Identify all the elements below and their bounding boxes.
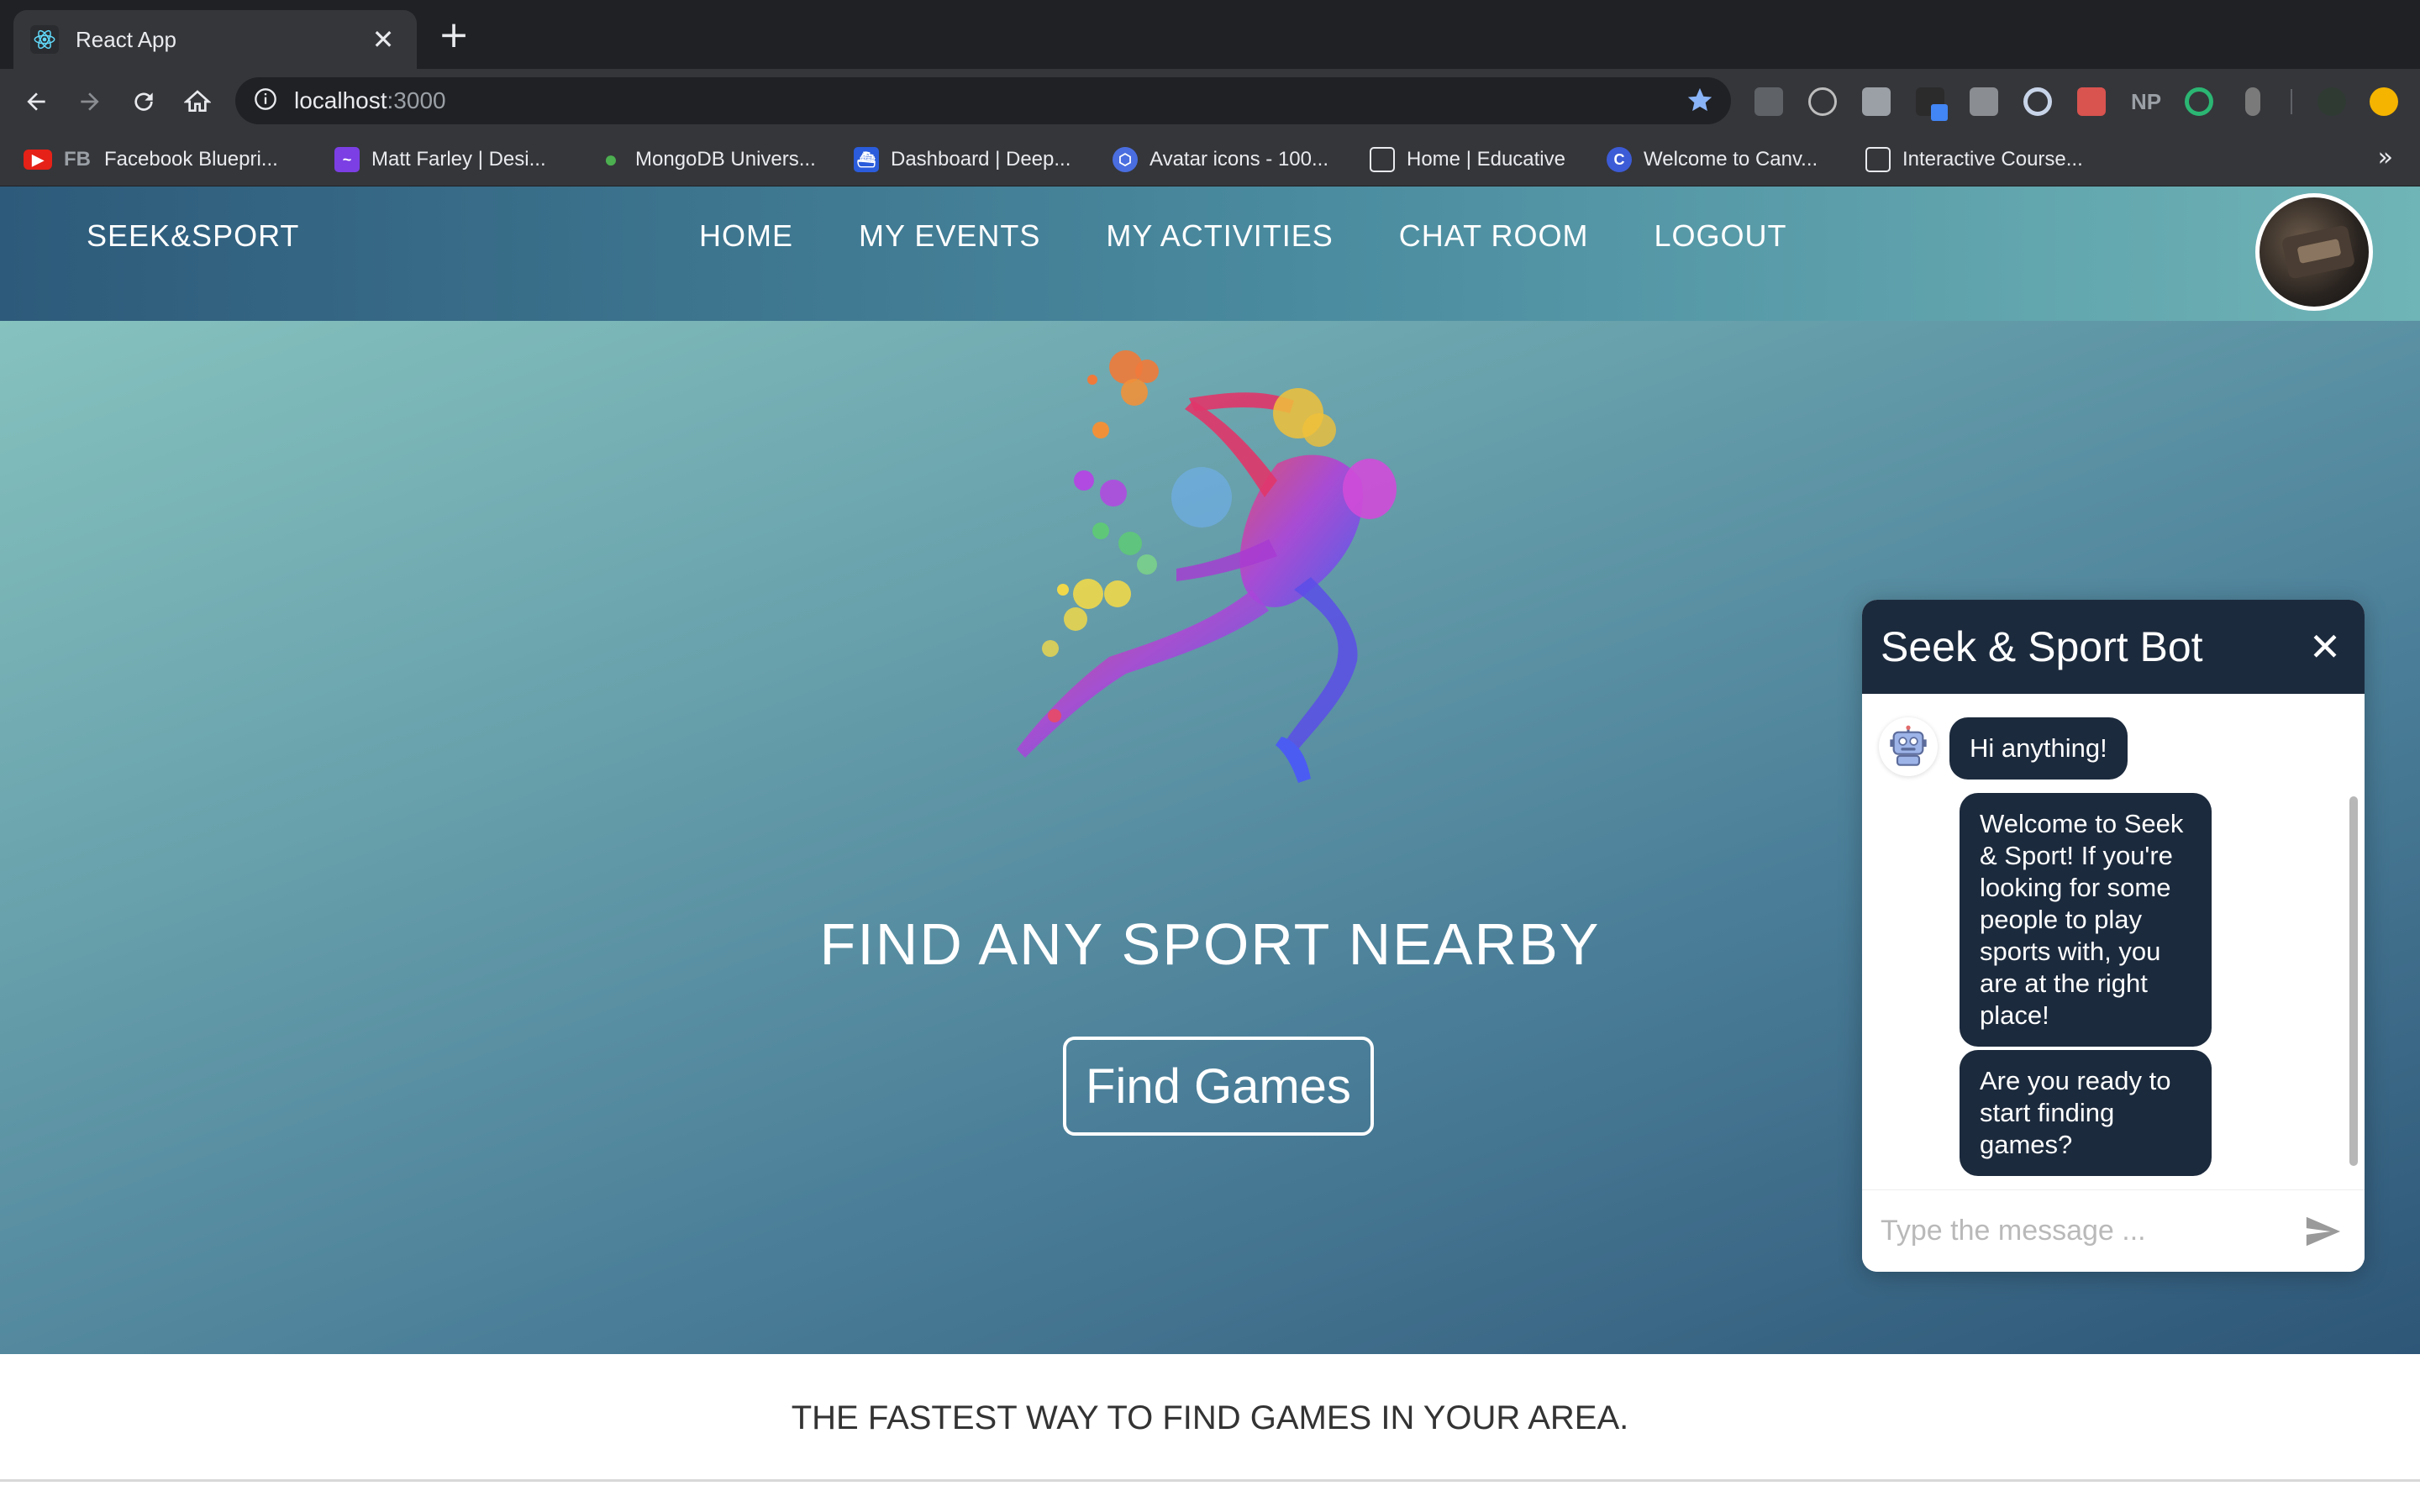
chat-message: Hi anything! [1949, 717, 2128, 780]
hex-icon: ⬡ [1113, 147, 1138, 172]
extension-np-icon[interactable]: NP [2131, 87, 2161, 116]
chat-input-bar [1862, 1189, 2365, 1272]
bookmark-label: Facebook Bluepri... [104, 148, 278, 171]
bot-avatar-icon [1879, 717, 1938, 776]
back-arrow-icon[interactable] [18, 84, 54, 119]
leaf-icon: ● [603, 146, 618, 172]
tagline-text: THE FASTEST WAY TO FIND GAMES IN YOUR AR… [791, 1399, 1629, 1436]
react-icon [30, 25, 59, 54]
bookmark-item[interactable]: ▶ FB Facebook Bluepri... [24, 144, 278, 175]
fb-prefix: FB [64, 148, 91, 171]
url-port: :3000 [387, 87, 446, 113]
extension-js-icon[interactable] [1754, 87, 1783, 116]
bookmark-item[interactable]: Home | Educative [1370, 144, 1565, 175]
extension-ring-icon[interactable] [2023, 87, 2052, 116]
new-tab-button[interactable]: + [437, 17, 471, 54]
chat-message: Welcome to Seek & Sport! If you're looki… [1960, 793, 2212, 1047]
bookmark-item[interactable]: ● MongoDB Univers... [598, 144, 816, 175]
brand-logo[interactable]: SEEK&SPORT [87, 218, 299, 254]
bookmarks-overflow-icon[interactable]: » [2378, 143, 2393, 172]
chat-close-icon[interactable]: ✕ [2304, 624, 2346, 669]
tab-close-icon[interactable]: ✕ [366, 24, 400, 55]
bookmark-item[interactable]: C Welcome to Canv... [1607, 144, 1818, 175]
address-bar[interactable]: localhost:3000 [235, 77, 1731, 124]
bookmark-label: Interactive Course... [1902, 148, 2083, 171]
nav-links: HOME MY EVENTS MY ACTIVITIES CHAT ROOM L… [699, 218, 1786, 254]
browser-tab[interactable]: React App ✕ [13, 10, 417, 69]
nav-my-events[interactable]: MY EVENTS [859, 218, 1040, 254]
ship-icon: ⛴ [854, 147, 879, 172]
nav-logout[interactable]: LOGOUT [1654, 218, 1786, 254]
bookmark-label: Dashboard | Deep... [891, 148, 1071, 171]
nav-home[interactable]: HOME [699, 218, 793, 254]
chat-message-input[interactable] [1881, 1215, 2299, 1247]
chatbot-widget: Seek & Sport Bot ✕ Hi anything! Welcome … [1862, 600, 2365, 1272]
extension-printer-icon[interactable] [1970, 87, 1998, 116]
top-navbar: SEEK&SPORT HOME MY EVENTS MY ACTIVITIES … [0, 186, 2420, 321]
url-host: localhost [294, 87, 387, 113]
nav-chat-room[interactable]: CHAT ROOM [1399, 218, 1589, 254]
chart-icon: ~ [334, 147, 360, 172]
runner-illustration [1017, 350, 1397, 783]
extension-grey-icon[interactable] [2245, 87, 2260, 116]
find-games-button[interactable]: Find Games [1063, 1037, 1374, 1136]
bookmark-label: Avatar icons - 100... [1150, 148, 1328, 171]
browser-tab-strip: React App ✕ + [0, 0, 2420, 69]
chat-title: Seek & Sport Bot [1881, 623, 2203, 670]
toolbar-divider [2291, 89, 2292, 114]
bookmark-item[interactable]: ~ Matt Farley | Desi... [334, 144, 546, 175]
nav-my-activities[interactable]: MY ACTIVITIES [1106, 218, 1333, 254]
extension-target-icon[interactable] [2185, 87, 2213, 116]
chat-messages[interactable]: Hi anything! Welcome to Seek & Sport! If… [1862, 694, 2365, 1189]
chat-header: Seek & Sport Bot ✕ [1862, 600, 2365, 694]
info-icon[interactable] [254, 87, 277, 114]
c-icon: C [1607, 147, 1632, 172]
bookmark-label: Welcome to Canv... [1644, 148, 1818, 171]
tagline-section: THE FASTEST WAY TO FIND GAMES IN YOUR AR… [0, 1354, 2420, 1482]
tab-title: React App [76, 26, 176, 52]
youtube-icon: ▶ [24, 150, 52, 170]
home-icon[interactable] [180, 84, 215, 119]
bookmark-item[interactable]: ⬡ Avatar icons - 100... [1113, 144, 1328, 175]
send-icon[interactable] [2299, 1208, 2346, 1255]
chat-scrollbar[interactable] [2349, 796, 2358, 1166]
bookmark-label: Home | Educative [1407, 148, 1565, 171]
bookmarks-bar: ▶ FB Facebook Bluepri... ~ Matt Farley |… [0, 133, 2420, 186]
profile-icon[interactable] [2317, 87, 2346, 116]
window-icon [1370, 147, 1395, 172]
update-icon[interactable] [2370, 87, 2398, 116]
chat-message: Are you ready to start finding games? [1960, 1050, 2212, 1176]
extension-red-icon[interactable] [2077, 87, 2106, 116]
extension-pen-icon[interactable] [1916, 87, 1948, 121]
bookmark-star-icon[interactable] [1686, 86, 1714, 118]
forward-arrow-icon[interactable] [72, 84, 108, 119]
reload-icon[interactable] [126, 84, 161, 119]
extension-feather-icon[interactable] [1862, 87, 1891, 116]
bookmark-label: MongoDB Univers... [635, 148, 816, 171]
extension-cube-icon[interactable] [1808, 87, 1837, 116]
bookmark-item[interactable]: ⛴ Dashboard | Deep... [854, 144, 1071, 175]
user-avatar[interactable] [2255, 193, 2373, 311]
bookmark-item[interactable]: Interactive Course... [1865, 144, 2083, 175]
bookmark-label: Matt Farley | Desi... [371, 148, 546, 171]
browser-toolbar: localhost:3000 NP [0, 69, 2420, 133]
window-icon [1865, 147, 1891, 172]
